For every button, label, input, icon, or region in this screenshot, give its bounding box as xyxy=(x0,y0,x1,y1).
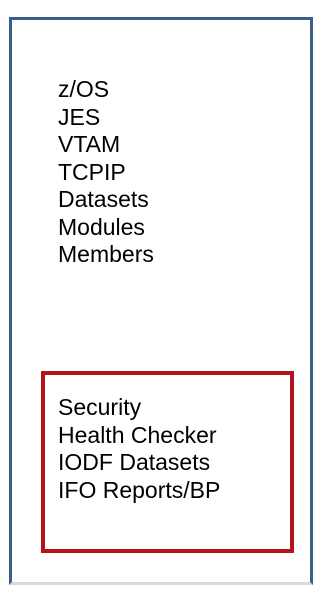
main-item-list: z/OS JES VTAM TCPIP Datasets Modules Mem… xyxy=(58,76,154,269)
list-item-ifo-reports-bp: IFO Reports/BP xyxy=(58,476,221,503)
highlighted-item-list: Security Health Checker IODF Datasets IF… xyxy=(58,394,220,504)
list-item-datasets: Datasets xyxy=(58,186,149,212)
list-item-vtam: VTAM xyxy=(58,131,121,157)
list-item-health-checker: Health Checker xyxy=(58,421,217,448)
list-item-tcpip: TCPIP xyxy=(58,158,126,185)
list-item-members: Members xyxy=(58,241,154,267)
list-item-jes: JES xyxy=(58,103,101,130)
list-item-security: Security xyxy=(58,394,142,420)
list-item-zos: z/OS xyxy=(58,76,110,102)
list-item-iodf-datasets: IODF Datasets xyxy=(58,449,211,475)
list-item-modules: Modules xyxy=(58,213,145,240)
